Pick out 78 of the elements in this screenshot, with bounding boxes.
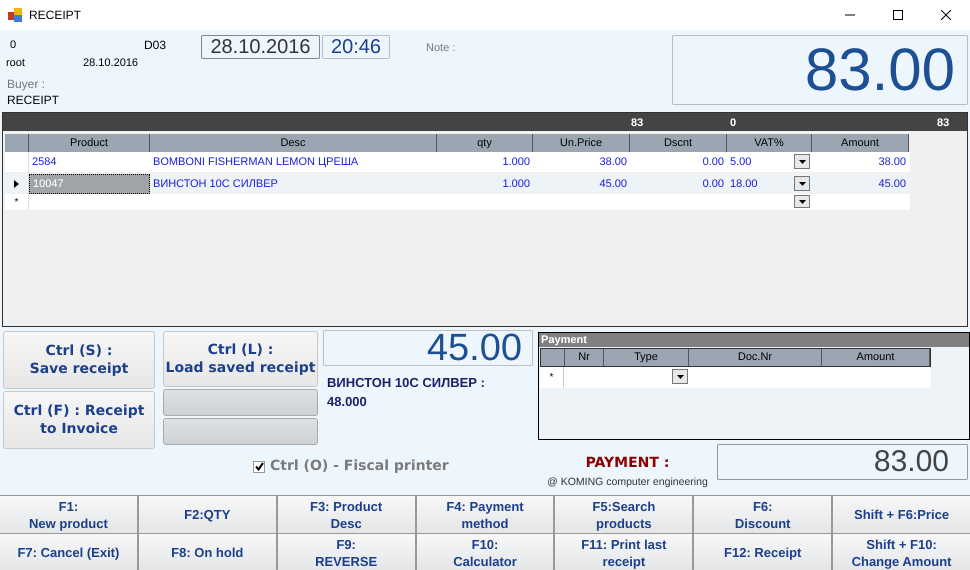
- function-key[interactable]: F12: Receipt: [694, 534, 832, 570]
- dropdown-button[interactable]: [672, 369, 688, 384]
- table-cell-text: BOMBONI FISHERMAN LEMON ЦРЕША: [153, 154, 358, 170]
- row-pointer-icon: [14, 180, 19, 188]
- buyer-name: RECEIPT: [7, 92, 60, 109]
- table-cell-text: 18.00: [730, 176, 758, 192]
- payment-label: PAYMENT :: [586, 454, 670, 473]
- caret-icon: [798, 182, 806, 186]
- function-key[interactable]: F2:QTY: [138, 496, 276, 533]
- table-cell-text: 1.000: [502, 176, 530, 192]
- column-header[interactable]: Un.Price: [533, 134, 630, 152]
- column-header[interactable]: Amount: [812, 134, 909, 152]
- function-key[interactable]: F4: Payment method: [416, 496, 554, 533]
- dropdown-button[interactable]: [794, 154, 810, 169]
- checkbox[interactable]: [253, 460, 265, 472]
- panel-title: Payment: [539, 333, 969, 347]
- function-key[interactable]: F11: Print last receipt: [555, 534, 692, 570]
- date-display: 28.10.2016: [201, 35, 320, 59]
- column-header[interactable]: Dscnt: [630, 134, 727, 152]
- caret-icon: [798, 200, 806, 204]
- corner-header[interactable]: [5, 134, 29, 152]
- close-icon[interactable]: [941, 10, 951, 20]
- column-total: 0: [730, 116, 736, 131]
- function-key[interactable]: F1: New product: [0, 496, 137, 533]
- function-key[interactable]: Shift + F10: Change Amount: [833, 534, 970, 570]
- price-display: 45.00: [323, 330, 533, 366]
- function-key[interactable]: F3: Product Desc: [278, 496, 415, 533]
- credit-text: @ KOMING computer engineering: [547, 475, 708, 490]
- shortcut-button[interactable]: Ctrl (L) : Load saved receipt: [163, 331, 318, 387]
- column-total: 83: [937, 116, 950, 131]
- table-cell-text: 5.00: [730, 154, 752, 170]
- corner-header[interactable]: [541, 349, 565, 366]
- column-header[interactable]: Desc: [150, 134, 437, 152]
- column-header[interactable]: Product: [29, 134, 150, 152]
- table-cell-text: 45.00: [599, 176, 627, 192]
- buyer-label: Buyer :: [7, 76, 46, 93]
- user-name: root: [6, 56, 25, 71]
- table-cell-text: 10047: [33, 176, 64, 192]
- dropdown-button[interactable]: [794, 195, 810, 208]
- column-header[interactable]: VAT%: [727, 134, 812, 152]
- table-cell-text: 38.00: [878, 154, 906, 170]
- shortcut-button[interactable]: Ctrl (F) : Receipt to Invoice: [3, 391, 155, 449]
- function-key[interactable]: F7: Cancel (Exit): [0, 534, 137, 570]
- function-key[interactable]: F9: REVERSE: [278, 534, 415, 570]
- note-label: Note :: [426, 41, 456, 54]
- time-display: 20:46: [322, 35, 390, 59]
- document-date: 28.10.2016: [83, 56, 138, 71]
- dropdown-button[interactable]: [794, 176, 810, 191]
- function-key[interactable]: F10: Calculator: [416, 534, 554, 570]
- caret-icon: [676, 374, 684, 378]
- total-display: 83.00: [672, 35, 968, 105]
- maximize-icon[interactable]: [893, 10, 903, 20]
- caret-icon: [798, 160, 806, 164]
- app-icon: [8, 8, 22, 22]
- table-cell-text: 0.00: [702, 176, 724, 192]
- column-header[interactable]: Type: [604, 349, 689, 366]
- station-code: D03: [144, 37, 166, 54]
- function-key[interactable]: Shift + F6:Price: [833, 496, 970, 533]
- function-key[interactable]: F5:Search products: [555, 496, 692, 533]
- table-cell-text: ВИНСТОН 10С СИЛВЕР: [153, 176, 278, 192]
- shortcut-button[interactable]: Ctrl (S) : Save receipt: [3, 331, 155, 389]
- receipt-number: 0: [10, 38, 16, 53]
- payment-total-display: 83.00: [717, 444, 968, 480]
- table-cell-text: 0.00: [702, 154, 724, 170]
- function-key[interactable]: F8: On hold: [138, 534, 276, 570]
- item-info: ВИНСТОН 10С СИЛВЕР : 48.000: [327, 374, 486, 411]
- column-header[interactable]: Amount: [822, 349, 930, 366]
- table-cell-text: 38.00: [599, 154, 627, 170]
- column-header[interactable]: Doc.Nr: [689, 349, 822, 366]
- window-title: RECEIPT: [29, 7, 82, 24]
- column-header[interactable]: Nr: [565, 349, 604, 366]
- table-cell-text: 2584: [32, 154, 56, 170]
- function-key[interactable]: F6: Discount: [694, 496, 832, 533]
- column-total: 83: [631, 116, 644, 131]
- column-header[interactable]: qty: [437, 134, 533, 152]
- checkbox-label: Ctrl (O) - Fiscal printer: [270, 457, 449, 476]
- table-cell-text: 1.000: [502, 154, 530, 170]
- table-cell-text: 45.00: [878, 176, 906, 192]
